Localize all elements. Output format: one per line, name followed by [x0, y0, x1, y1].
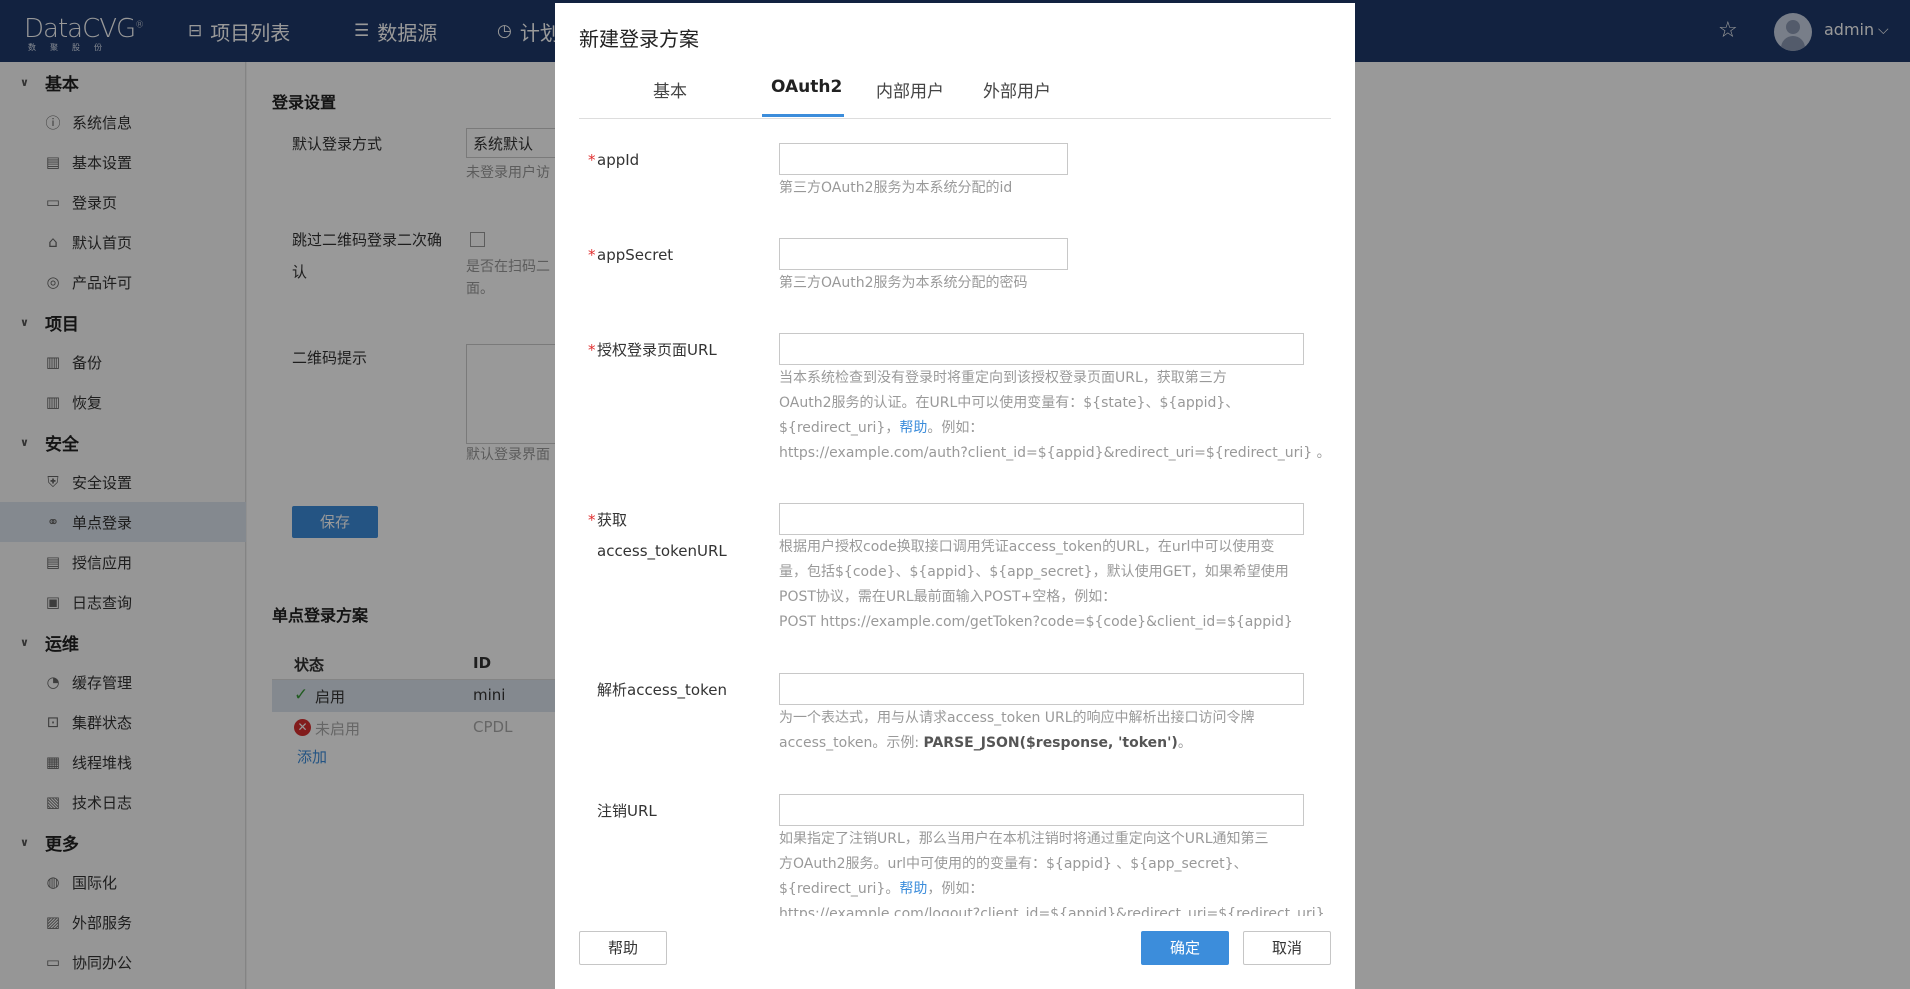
required-mark: *: [588, 341, 596, 359]
tab-basic[interactable]: 基本: [653, 77, 687, 102]
appid-label: * appId: [588, 144, 639, 176]
auth-url-input[interactable]: [779, 333, 1304, 365]
dialog-title: 新建登录方案: [579, 27, 699, 51]
dialog-footer: 帮助 确定 取消: [555, 916, 1355, 989]
help-button[interactable]: 帮助: [579, 931, 667, 965]
parse-token-input[interactable]: [779, 673, 1304, 705]
new-login-scheme-dialog: 新建登录方案 基本 OAuth2 内部用户 外部用户 * appId 第三方OAu…: [555, 3, 1355, 989]
appsecret-hint: 第三方OAuth2服务为本系统分配的密码: [779, 275, 1028, 291]
tab-internal-users[interactable]: 内部用户: [876, 77, 944, 102]
ok-button[interactable]: 确定: [1141, 931, 1229, 965]
required-mark: *: [588, 511, 596, 529]
dialog-tabs: 基本 OAuth2 内部用户 外部用户: [579, 67, 1331, 119]
cancel-button[interactable]: 取消: [1243, 931, 1331, 965]
auth-url-label: * 授权登录页面URL: [588, 334, 717, 366]
required-mark: *: [588, 151, 596, 169]
token-url-hint: 根据用户授权code换取接口调用凭证access_token的URL，在url中…: [779, 539, 1293, 630]
logout-url-input[interactable]: [779, 794, 1304, 826]
parse-token-label: 解析access_token: [597, 681, 727, 699]
appid-hint: 第三方OAuth2服务为本系统分配的id: [779, 180, 1013, 196]
tab-external-users[interactable]: 外部用户: [983, 77, 1051, 102]
logout-url-label: 注销URL: [597, 802, 657, 820]
dialog-body[interactable]: * appId 第三方OAuth2服务为本系统分配的id * appSecret 第…: [579, 119, 1331, 916]
logout-url-hint: 如果指定了注销URL，那么当用户在本机注销时将通过重定向这个URL通知第三 方O…: [779, 831, 1325, 916]
appid-input[interactable]: [779, 143, 1068, 175]
token-url-input[interactable]: [779, 503, 1304, 535]
tab-oauth2[interactable]: OAuth2: [771, 77, 842, 97]
parse-token-hint: 为一个表达式，用与从请求access_token URL的响应中解析出接口访问令…: [779, 710, 1255, 751]
token-url-label-2: access_tokenURL: [597, 542, 727, 560]
help-link[interactable]: 帮助: [899, 420, 927, 436]
auth-url-hint: 当本系统检查到没有登录时将重定向到该授权登录页面URL，获取第三方 OAuth2…: [779, 370, 1331, 461]
token-url-label: * 获取: [588, 504, 627, 536]
required-mark: *: [588, 246, 596, 264]
appsecret-input[interactable]: [779, 238, 1068, 270]
help-link[interactable]: 帮助: [899, 881, 927, 897]
appsecret-label: * appSecret: [588, 239, 673, 271]
active-tab-indicator: [762, 114, 844, 117]
